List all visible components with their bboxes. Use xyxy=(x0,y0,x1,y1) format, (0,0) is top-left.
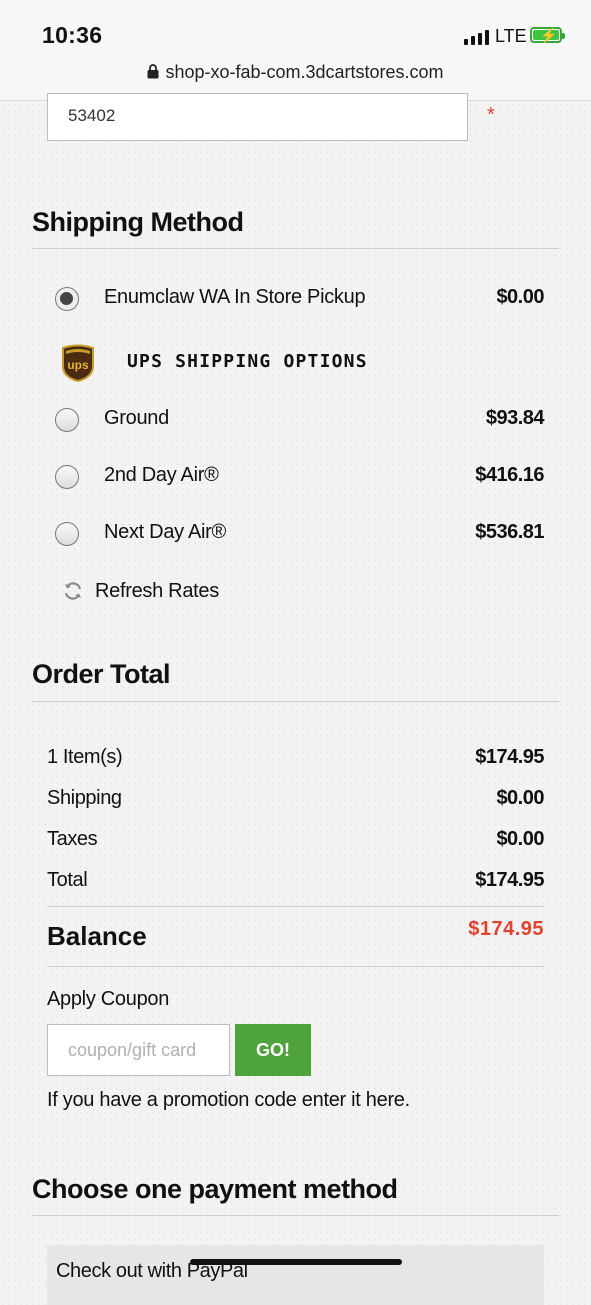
network-label: LTE xyxy=(495,26,527,46)
ups-logo-text: ups xyxy=(67,358,89,372)
ground-label: Ground xyxy=(104,407,169,429)
apply-coupon-button[interactable]: GO! xyxy=(235,1024,311,1076)
items-count-label: 1 Item(s) xyxy=(47,746,123,768)
shipping-method-heading: Shipping Method xyxy=(32,207,244,237)
lock-icon xyxy=(147,64,159,79)
payment-method-heading: Choose one payment method xyxy=(32,1174,398,1204)
coupon-input[interactable] xyxy=(47,1024,230,1076)
shipping-label: Shipping xyxy=(47,787,122,809)
taxes-value: $0.00 xyxy=(496,828,544,850)
clock: 10:36 xyxy=(42,22,103,48)
signal-icon xyxy=(464,30,489,45)
radio-ground[interactable] xyxy=(55,408,79,432)
divider xyxy=(47,966,544,967)
balance-value: $174.95 xyxy=(468,918,544,940)
ups-logo-icon: ups xyxy=(62,344,94,382)
shipping-value: $0.00 xyxy=(496,787,544,809)
status-bar: 10:36 LTE ⚡ shop-xo-fab-com.3dcartstores… xyxy=(0,0,591,101)
required-asterisk: * xyxy=(487,104,495,126)
total-label: Total xyxy=(47,869,88,891)
refresh-rates-link[interactable]: Refresh Rates xyxy=(95,580,219,603)
apply-coupon-label: Apply Coupon xyxy=(47,988,170,1010)
store-pickup-price: $0.00 xyxy=(496,286,544,308)
total-value: $174.95 xyxy=(475,869,544,891)
divider xyxy=(32,1215,559,1216)
radio-next-day-air[interactable] xyxy=(55,522,79,546)
ups-options-heading: UPS SHIPPING OPTIONS xyxy=(127,351,368,372)
balance-label: Balance xyxy=(47,921,147,951)
divider xyxy=(32,701,559,702)
radio-store-pickup[interactable] xyxy=(55,287,79,311)
promo-hint: If you have a promotion code enter it he… xyxy=(47,1089,410,1111)
2nd-day-air-label: 2nd Day Air® xyxy=(104,464,219,486)
next-day-air-price: $536.81 xyxy=(475,521,544,543)
items-subtotal-value: $174.95 xyxy=(475,746,544,768)
zip-code-field[interactable]: 53402 xyxy=(47,93,468,141)
home-indicator xyxy=(190,1259,402,1265)
divider xyxy=(32,248,559,249)
url-bar[interactable]: shop-xo-fab-com.3dcartstores.com xyxy=(0,62,591,83)
divider xyxy=(47,906,544,907)
2nd-day-air-price: $416.16 xyxy=(475,464,544,486)
url-text: shop-xo-fab-com.3dcartstores.com xyxy=(165,62,444,82)
taxes-label: Taxes xyxy=(47,828,98,850)
next-day-air-label: Next Day Air® xyxy=(104,521,226,543)
battery-icon: ⚡ xyxy=(530,27,565,43)
store-pickup-label: Enumclaw WA In Store Pickup xyxy=(104,286,366,308)
ground-price: $93.84 xyxy=(485,407,545,429)
refresh-icon[interactable] xyxy=(62,580,84,602)
radio-2nd-day-air[interactable] xyxy=(55,465,79,489)
order-total-heading: Order Total xyxy=(32,659,171,689)
